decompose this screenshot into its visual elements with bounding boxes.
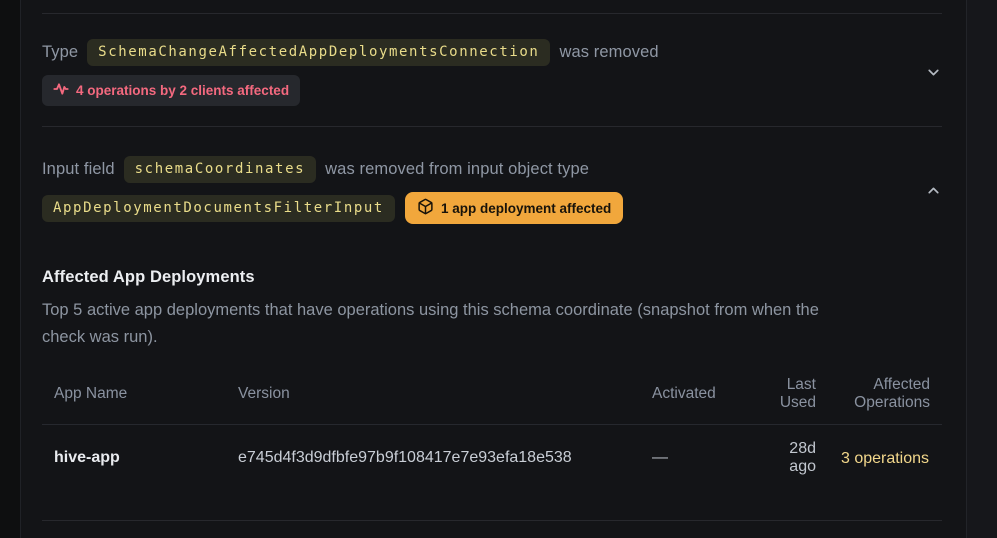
schema-check-detail-panel: Type SchemaChangeAffectedAppDeploymentsC… [22,0,966,538]
input-type-code-badge: AppDeploymentDocumentsFilterInput [42,195,395,222]
table-row: hive-app e745d4f3d9dfbfe97b9f108417e7e93… [42,425,942,492]
chevron-down-icon[interactable] [925,64,942,81]
last-used-cell: 28d ago [756,425,828,492]
version-cell: e745d4f3d9dfbfe97b9f108417e7e93efa18e538 [226,425,640,492]
app-deployment-affected-label: 1 app deployment affected [441,201,611,216]
change-suffix-label: was removed [559,43,658,62]
column-header-last-used: Last Used [756,364,828,425]
operations-count-link[interactable]: 3 operations [841,450,929,467]
activated-cell: — [640,425,756,492]
divider [42,520,942,521]
operations-affected-badge[interactable]: 4 operations by 2 clients affected [42,75,300,106]
right-panel-edge [966,0,997,538]
affected-deployments-table: App Name Version Activated Last Used Aff… [42,364,942,491]
section-heading: Affected App Deployments [42,268,944,287]
change-row-content: Type SchemaChangeAffectedAppDeploymentsC… [42,39,659,106]
schema-type-code-badge: SchemaChangeAffectedAppDeploymentsConnec… [87,39,550,66]
schema-field-code-badge: schemaCoordinates [124,156,317,183]
change-row-content: Input field schemaCoordinates was remove… [42,156,623,224]
change-row-input-field-removed[interactable]: Input field schemaCoordinates was remove… [42,127,942,249]
section-description: Top 5 active app deployments that have o… [42,297,824,351]
pulse-icon [53,81,69,100]
change-prefix-label: Input field [42,160,115,179]
table-header-row: App Name Version Activated Last Used Aff… [42,364,942,425]
affected-app-deployments-section: Affected App Deployments Top 5 active ap… [42,268,944,491]
change-row-type-removed[interactable]: Type SchemaChangeAffectedAppDeploymentsC… [42,14,942,126]
column-header-affected-operations: Affected Operations [828,364,942,425]
operations-affected-label: 4 operations by 2 clients affected [76,83,289,98]
app-name-cell: hive-app [42,425,226,492]
box-icon [417,198,434,218]
change-prefix-label: Type [42,43,78,62]
column-header-activated: Activated [640,364,756,425]
left-panel-edge [0,0,21,538]
column-header-app-name: App Name [42,364,226,425]
column-header-version: Version [226,364,640,425]
app-deployment-affected-badge[interactable]: 1 app deployment affected [405,192,623,224]
affected-operations-cell: 3 operations [828,425,942,492]
chevron-up-icon[interactable] [925,182,942,199]
change-suffix-label: was removed from input object type [325,160,589,179]
